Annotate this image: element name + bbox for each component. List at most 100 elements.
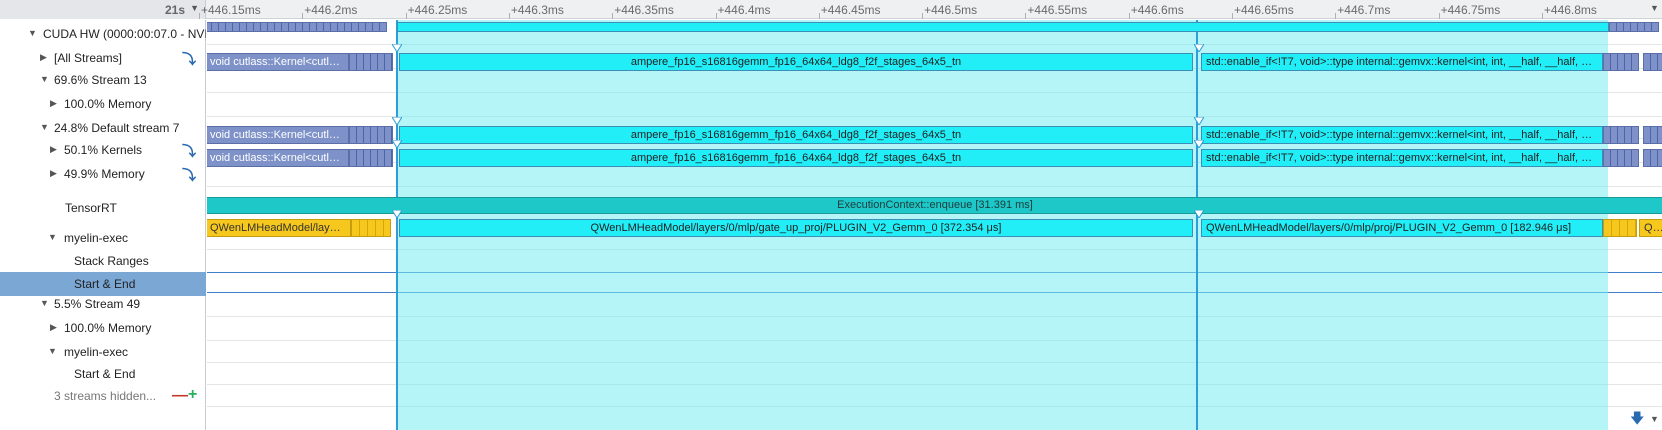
launch-marker-icon bbox=[1194, 140, 1204, 148]
kernel-small-group[interactable] bbox=[1643, 149, 1662, 167]
ruler-tick-mark bbox=[1541, 13, 1543, 19]
hidden-streams-row[interactable]: 3 streams hidden... — + bbox=[0, 384, 206, 408]
minus-icon[interactable]: — bbox=[172, 387, 188, 405]
chevron-down-icon[interactable]: ▼ bbox=[48, 232, 57, 242]
tree-row-kernels[interactable]: ▶ 50.1% Kernels ⤵ bbox=[0, 138, 206, 162]
launch-marker-icon bbox=[1194, 117, 1204, 125]
nvtx-qwen-layer-range[interactable]: QWenLMHeadModel/layers... bbox=[207, 219, 351, 237]
tree-row-label: Start & End bbox=[74, 277, 136, 291]
tree-row-memory-13[interactable]: ▶ 100.0% Memory bbox=[0, 92, 206, 116]
tree-row-label: CUDA HW (0000:00:07.0 - NVIDIA bbox=[43, 27, 206, 41]
tree-row-tensorrt[interactable]: TensorRT bbox=[0, 196, 206, 220]
ruler-tick-mark bbox=[199, 13, 200, 19]
kernel-ampere-gemm[interactable]: ampere_fp16_s16816gemm_fp16_64x64_ldg8_f… bbox=[399, 126, 1193, 144]
kernel-small-group[interactable] bbox=[1603, 149, 1639, 167]
tree-row-label: 24.8% Default stream 7 bbox=[54, 121, 180, 135]
nvtx-qwen-layer-range[interactable]: Q... bbox=[1639, 219, 1662, 237]
nvtx-enqueue-range[interactable]: ExecutionContext::enqueue [31.391 ms] bbox=[207, 197, 1662, 214]
expand-to-row-icon[interactable]: ⤵ bbox=[182, 49, 196, 69]
chevron-down-icon[interactable]: ▼ bbox=[1650, 414, 1659, 424]
tree-row-label: 69.6% Stream 13 bbox=[54, 73, 147, 87]
tree-row-default-stream-7[interactable]: ▼ 24.8% Default stream 7 bbox=[0, 116, 206, 140]
tree-row-start-end-49[interactable]: Start & End bbox=[0, 362, 206, 386]
nsight-timeline-view: 21s ▼ +446.15ms +446.2ms +446.25ms +446.3ms… bbox=[0, 0, 1662, 430]
cuda-hw-activity-strip[interactable] bbox=[207, 22, 387, 32]
chevron-down-icon[interactable]: ▼ bbox=[1650, 3, 1659, 13]
chevron-right-icon[interactable]: ▶ bbox=[50, 144, 57, 155]
kernel-cutlass[interactable]: void cutlass::Kernel<cutla... bbox=[207, 149, 349, 167]
zoom-selector[interactable]: 21s ▼ bbox=[0, 0, 206, 19]
cuda-hw-activity-strip[interactable] bbox=[1609, 22, 1659, 32]
kernel-ampere-gemm[interactable]: ampere_fp16_s16816gemm_fp16_64x64_ldg8_f… bbox=[399, 53, 1193, 71]
tree-row-stack-ranges[interactable]: Stack Ranges bbox=[0, 249, 206, 273]
chevron-down-icon[interactable]: ▼ bbox=[28, 28, 37, 38]
chevron-down-icon[interactable]: ▼ bbox=[40, 122, 49, 132]
ruler-tick-mark bbox=[715, 13, 717, 19]
timeline-canvas[interactable]: void cutlass::Kernel<cutla... ampere_fp1… bbox=[207, 20, 1662, 430]
ruler-tick-label: +446.7ms bbox=[1337, 3, 1391, 17]
tree-row-label: 49.9% Memory bbox=[64, 167, 145, 181]
tree-row-label: Stack Ranges bbox=[74, 254, 149, 268]
chevron-right-icon[interactable]: ▶ bbox=[50, 322, 57, 333]
selection-start-guide[interactable] bbox=[396, 20, 398, 430]
kernel-small-group[interactable] bbox=[1643, 53, 1662, 71]
kernel-gemvx[interactable]: std::enable_if<!T7, void>::type internal… bbox=[1201, 53, 1603, 71]
ruler-tick-label: +446.25ms bbox=[407, 3, 468, 17]
tree-row-label: TensorRT bbox=[65, 201, 117, 215]
ruler-tick-label: +446.4ms bbox=[717, 3, 771, 17]
launch-marker-icon bbox=[1194, 44, 1204, 52]
chevron-down-icon[interactable]: ▼ bbox=[40, 298, 49, 308]
kernel-gemvx[interactable]: std::enable_if<!T7, void>::type internal… bbox=[1201, 126, 1603, 144]
cuda-hw-activity-strip[interactable] bbox=[397, 22, 1609, 32]
ruler-tick-mark bbox=[302, 13, 304, 19]
expand-to-row-icon[interactable]: ⤵ bbox=[182, 141, 196, 161]
nvtx-proj[interactable]: QWenLMHeadModel/layers/0/mlp/proj/PLUGIN… bbox=[1201, 219, 1603, 237]
ruler-tick-label: +446.6ms bbox=[1130, 3, 1184, 17]
kernel-small-group[interactable] bbox=[1643, 126, 1662, 144]
kernel-cutlass[interactable]: void cutlass::Kernel<cutla... bbox=[207, 126, 349, 144]
chevron-right-icon[interactable]: ▶ bbox=[40, 52, 47, 63]
time-ruler[interactable]: 21s ▼ +446.15ms +446.2ms +446.25ms +446.3ms… bbox=[0, 0, 1662, 19]
chevron-down-icon[interactable]: ▼ bbox=[190, 3, 199, 13]
tree-row-label: 50.1% Kernels bbox=[64, 143, 143, 157]
kernel-small-group[interactable] bbox=[349, 126, 393, 144]
kernel-gemvx[interactable]: std::enable_if<!T7, void>::type internal… bbox=[1201, 149, 1603, 167]
plus-icon[interactable]: + bbox=[188, 386, 197, 404]
chevron-right-icon[interactable]: ▶ bbox=[50, 168, 57, 179]
kernel-ampere-gemm[interactable]: ampere_fp16_s16816gemm_fp16_64x64_ldg8_f… bbox=[399, 149, 1193, 167]
tree-row-stream-49[interactable]: ▼ 5.5% Stream 49 bbox=[0, 292, 206, 316]
ruler-tick-mark bbox=[612, 13, 614, 19]
chevron-right-icon[interactable]: ▶ bbox=[50, 98, 57, 109]
tree-row-all-streams[interactable]: ▶ [All Streams] ⤵ bbox=[0, 46, 206, 70]
kernel-small-group[interactable] bbox=[349, 53, 393, 71]
ruler-tick-label: +446.75ms bbox=[1440, 3, 1501, 17]
kernel-small-group[interactable] bbox=[349, 149, 393, 167]
nvtx-gate-up-proj[interactable]: QWenLMHeadModel/layers/0/mlp/gate_up_pro… bbox=[399, 219, 1193, 237]
tree-row-memory-49[interactable]: ▶ 100.0% Memory bbox=[0, 316, 206, 340]
expand-to-row-icon[interactable]: ⤵ bbox=[182, 165, 196, 185]
tree-row-memory-7[interactable]: ▶ 49.9% Memory ⤵ bbox=[0, 162, 206, 186]
ruler-tick-label: +446.2ms bbox=[304, 3, 358, 17]
kernel-cutlass[interactable]: void cutlass::Kernel<cutla... bbox=[207, 53, 349, 71]
row-tree-panel: ▼ CUDA HW (0000:00:07.0 - NVIDIA ▶ [All … bbox=[0, 20, 206, 430]
scroll-down-arrow-icon[interactable]: 🡇 bbox=[1630, 408, 1644, 430]
tree-row-stream-13[interactable]: ▼ 69.6% Stream 13 bbox=[0, 68, 206, 92]
hidden-streams-label: 3 streams hidden... bbox=[54, 389, 157, 403]
tree-row-myelin-exec[interactable]: ▼ myelin-exec bbox=[0, 226, 206, 250]
tree-row-label: 100.0% Memory bbox=[64, 97, 152, 111]
launch-marker-icon bbox=[392, 44, 402, 52]
nvtx-small-range-group[interactable] bbox=[1603, 219, 1637, 237]
tree-row-cuda-hw[interactable]: ▼ CUDA HW (0000:00:07.0 - NVIDIA bbox=[0, 22, 206, 46]
ruler-tick-mark bbox=[508, 13, 510, 19]
kernel-small-group[interactable] bbox=[1603, 53, 1639, 71]
ruler-tick-mark bbox=[922, 13, 924, 19]
nvtx-small-range-group[interactable] bbox=[351, 219, 391, 237]
ruler-tick-label: +446.55ms bbox=[1027, 3, 1088, 17]
chevron-down-icon[interactable]: ▼ bbox=[40, 74, 49, 84]
ruler-tick-label: +446.35ms bbox=[614, 3, 674, 17]
zoom-level: 21s bbox=[164, 3, 185, 17]
launch-marker-icon bbox=[1194, 210, 1204, 218]
kernel-small-group[interactable] bbox=[1603, 126, 1639, 144]
tree-row-myelin-exec-49[interactable]: ▼ myelin-exec bbox=[0, 340, 206, 364]
chevron-down-icon[interactable]: ▼ bbox=[48, 346, 57, 356]
